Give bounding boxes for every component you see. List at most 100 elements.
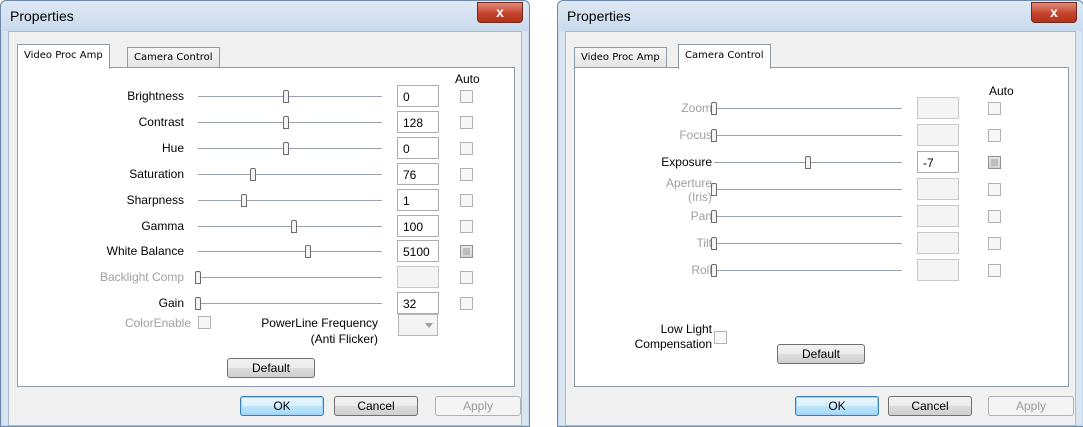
gamma-value-field[interactable]: 100 <box>397 214 439 237</box>
gamma-auto-checkbox[interactable] <box>460 219 473 233</box>
pan-value-field[interactable] <box>917 205 959 227</box>
slider-thumb[interactable] <box>250 167 257 181</box>
low-light-compensation-checkbox[interactable] <box>714 331 727 344</box>
slider-thumb[interactable] <box>711 129 717 142</box>
slider-thumb[interactable] <box>241 193 247 207</box>
roll-auto-checkbox[interactable] <box>988 264 1001 277</box>
roll-label: Roll <box>691 263 712 277</box>
hue-value-field[interactable]: 0 <box>397 136 439 159</box>
slider-thumb[interactable] <box>711 183 717 196</box>
cancel-button[interactable]: Cancel <box>334 396 418 416</box>
title-bar[interactable]: Properties x <box>558 1 1083 31</box>
aperture-auto-checkbox[interactable] <box>988 183 1001 196</box>
powerline-frequency-label: PowerLine Frequency <box>261 316 378 330</box>
slider-thumb[interactable] <box>283 141 290 155</box>
zoom-value-field[interactable] <box>917 97 959 119</box>
compensation-label: Compensation <box>634 337 712 351</box>
color-enable-checkbox[interactable] <box>198 316 211 329</box>
sharpness-auto-checkbox[interactable] <box>460 193 473 207</box>
focus-value-field[interactable] <box>917 124 959 146</box>
saturation-label: Saturation <box>129 166 184 181</box>
pan-auto-checkbox[interactable] <box>988 210 1001 223</box>
slider-thumb[interactable] <box>805 156 811 169</box>
backlight-comp-slider[interactable] <box>195 271 382 285</box>
gain-auto-checkbox[interactable] <box>460 297 473 311</box>
apply-button[interactable]: Apply <box>435 396 521 416</box>
slider-thumb[interactable] <box>290 219 297 233</box>
low-light-label: Low Light <box>660 322 712 336</box>
powerline-frequency-dropdown[interactable] <box>398 314 438 336</box>
slider-thumb[interactable] <box>711 102 717 115</box>
slider-thumb[interactable] <box>283 115 290 129</box>
tilt-slider[interactable] <box>711 237 902 250</box>
tab-camera-control[interactable]: Camera Control <box>678 44 771 69</box>
slider-track <box>714 270 902 271</box>
tab-video-proc-amp[interactable]: Video Proc Amp <box>574 47 667 68</box>
dialog-client-area: Video Proc Amp Camera Control Auto Zoom F… <box>565 31 1076 426</box>
exposure-slider[interactable] <box>714 156 902 169</box>
close-button[interactable]: x <box>477 2 523 23</box>
backlight-comp-auto-checkbox[interactable] <box>460 271 473 285</box>
default-button[interactable]: Default <box>227 358 315 378</box>
brightness-value-field[interactable]: 0 <box>397 85 439 107</box>
focus-slider[interactable] <box>711 129 902 142</box>
brightness-auto-checkbox[interactable] <box>460 90 473 103</box>
tab-camera-control[interactable]: Camera Control <box>127 47 220 68</box>
saturation-value-field[interactable]: 76 <box>397 162 439 185</box>
pan-slider[interactable] <box>711 210 902 223</box>
contrast-auto-checkbox[interactable] <box>460 115 473 129</box>
slider-thumb[interactable] <box>283 90 290 103</box>
ok-button[interactable]: OK <box>795 396 879 416</box>
slider-thumb[interactable] <box>195 271 201 285</box>
exposure-value-field[interactable]: -7 <box>917 151 959 173</box>
hue-slider[interactable] <box>198 141 382 155</box>
white-balance-value-field[interactable]: 5100 <box>397 240 439 263</box>
roll-slider[interactable] <box>711 264 902 277</box>
tilt-value-field[interactable] <box>917 232 959 254</box>
anti-flicker-label: (Anti Flicker) <box>310 332 378 346</box>
slider-thumb[interactable] <box>711 210 717 223</box>
slider-thumb[interactable] <box>195 297 201 311</box>
close-button[interactable]: x <box>1031 2 1077 23</box>
white-balance-auto-checkbox[interactable] <box>460 245 473 259</box>
slider-track <box>198 251 382 253</box>
tab-panel-camera-control: Auto Zoom Focus Exposure -7 Aperture (Iris) Pa… <box>574 67 1069 387</box>
saturation-auto-checkbox[interactable] <box>460 167 473 181</box>
sharpness-slider[interactable] <box>198 193 382 207</box>
gain-value-field[interactable]: 32 <box>397 292 439 315</box>
tab-panel-video-proc-amp: Auto Brightness 0 Contrast 128 Hue 0 Saturatio… <box>17 67 515 387</box>
white-balance-slider[interactable] <box>198 245 382 259</box>
gain-slider[interactable] <box>195 297 382 311</box>
default-button[interactable]: Default <box>777 344 865 364</box>
slider-track <box>198 277 382 279</box>
aperture-slider[interactable] <box>711 183 902 196</box>
zoom-label: Zoom <box>681 101 712 115</box>
slider-track <box>198 173 382 175</box>
exposure-auto-checkbox[interactable] <box>988 156 1001 169</box>
title-bar[interactable]: Properties x <box>1 1 529 31</box>
focus-label: Focus <box>679 128 712 142</box>
tab-video-proc-amp[interactable]: Video Proc Amp <box>17 44 110 69</box>
slider-thumb[interactable] <box>711 237 717 250</box>
focus-auto-checkbox[interactable] <box>988 129 1001 142</box>
roll-value-field[interactable] <box>917 259 959 281</box>
contrast-slider[interactable] <box>198 115 382 129</box>
cancel-button[interactable]: Cancel <box>888 396 972 416</box>
slider-thumb[interactable] <box>711 264 717 277</box>
apply-button[interactable]: Apply <box>988 396 1074 416</box>
zoom-auto-checkbox[interactable] <box>988 102 1001 115</box>
zoom-slider[interactable] <box>711 102 902 115</box>
slider-track <box>714 216 902 217</box>
slider-thumb[interactable] <box>305 245 312 259</box>
backlight-comp-value-field[interactable] <box>397 266 439 289</box>
brightness-slider[interactable] <box>198 90 382 103</box>
aperture-value-field[interactable] <box>917 178 959 200</box>
ok-button[interactable]: OK <box>240 396 324 416</box>
gamma-slider[interactable] <box>198 219 382 233</box>
saturation-slider[interactable] <box>198 167 382 181</box>
sharpness-value-field[interactable]: 1 <box>397 188 439 211</box>
color-enable-label: ColorEnable <box>124 316 191 330</box>
hue-auto-checkbox[interactable] <box>460 141 473 155</box>
tilt-auto-checkbox[interactable] <box>988 237 1001 250</box>
contrast-value-field[interactable]: 128 <box>397 110 439 133</box>
